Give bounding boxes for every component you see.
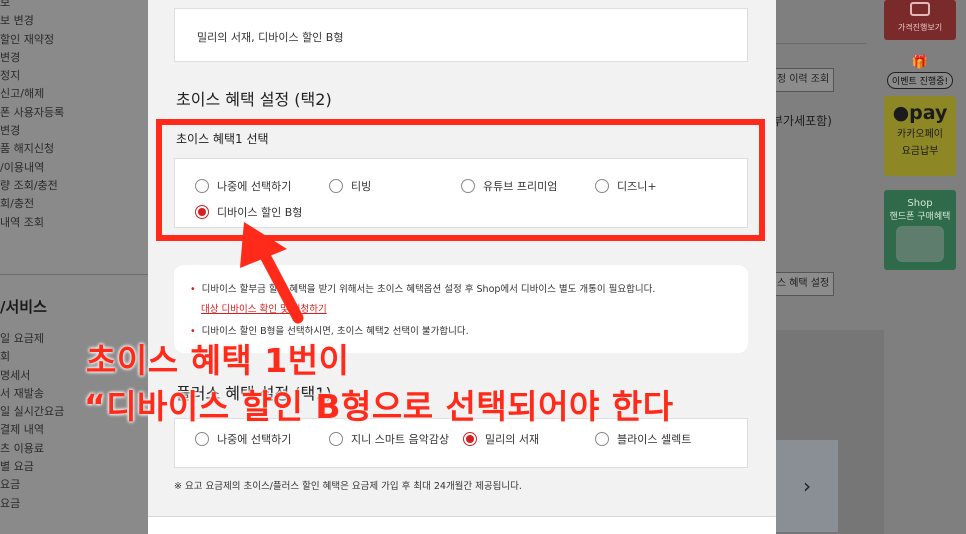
event-banner[interactable]: 🎁 이벤트 진행중! bbox=[884, 56, 956, 90]
benefit-setting-modal: 밀리의 서재, 디바이스 할인 B형 초이스 혜택 설정 (택2) 초이스 혜택… bbox=[148, 0, 776, 534]
kakaopay-text-2: 요금납부 bbox=[901, 146, 939, 157]
shop-title: Shop bbox=[907, 198, 933, 209]
left-menu-item[interactable]: /이용내역 bbox=[0, 159, 148, 177]
option-label: 밀리의 서재 bbox=[485, 433, 540, 446]
plus-option-millie[interactable]: 밀리의 서재 bbox=[463, 431, 539, 447]
radio-button[interactable] bbox=[195, 432, 209, 446]
left-menu-item[interactable]: 할인 재약정 bbox=[0, 31, 148, 49]
left-menu-item[interactable]: 회/충전 bbox=[0, 195, 148, 213]
plus-option-blice[interactable]: 블라이스 셀렉트 bbox=[595, 431, 691, 447]
header-bar bbox=[776, 0, 866, 44]
left-menu-item[interactable]: 내역 조회 bbox=[0, 214, 148, 232]
choice-benefit-heading: 초이스 혜택 설정 (택2) bbox=[176, 90, 332, 109]
radio-button[interactable] bbox=[329, 432, 343, 446]
kakaopay-logo: ●pay bbox=[892, 102, 948, 124]
left-menu-item[interactable]: 변경 bbox=[0, 49, 148, 67]
highlight-box bbox=[156, 119, 765, 241]
benefit-setting-button[interactable]: 스 혜택 설정 bbox=[772, 272, 834, 296]
plus-option-genie[interactable]: 지니 스마트 음악감상 bbox=[329, 431, 449, 447]
annotation-text-line1: 초이스 혜택 1번이 bbox=[86, 341, 350, 380]
plus-option-later[interactable]: 나중에 선택하기 bbox=[195, 431, 291, 447]
left-menu-item[interactable]: 품 해지신청 bbox=[0, 140, 148, 158]
device-check-link[interactable]: 대상 디바이스 확인 및 신청하기 bbox=[201, 301, 327, 315]
kakaopay-banner[interactable]: ●pay 카카오페이 요금납부 bbox=[884, 96, 956, 176]
left-menu-item[interactable]: 폰 사용자등록 bbox=[0, 104, 148, 122]
event-label: 이벤트 진행중! bbox=[886, 72, 954, 89]
history-button[interactable]: 정 이력 조회 bbox=[772, 68, 834, 92]
left-menu-top: 보 보 변경 할인 재약정 변경 정지 신고/해제 폰 사용자등록 변경 품 해… bbox=[0, 0, 148, 232]
radio-button[interactable] bbox=[595, 432, 609, 446]
left-section-title: /서비스 bbox=[0, 298, 47, 316]
chevron-right-icon: › bbox=[803, 474, 811, 498]
notice-item: 디바이스 할부금 할인 혜택을 받기 위해서는 초이스 혜택옵션 설정 후 Sh… bbox=[190, 281, 656, 295]
modal-bottom-section bbox=[148, 516, 776, 534]
divider bbox=[0, 274, 148, 275]
left-menu-item[interactable]: 츠 이용료 bbox=[0, 440, 148, 458]
shop-banner[interactable]: Shop 핸드폰 구매혜택 bbox=[884, 190, 956, 270]
annotation-text-line2: “디바이스 할인 B형으로 선택되어야 한다 bbox=[84, 387, 674, 426]
box-icon bbox=[910, 2, 930, 16]
price-view-banner[interactable]: 가격진행보기 bbox=[884, 0, 956, 40]
price-view-label: 가격진행보기 bbox=[897, 23, 943, 32]
selected-summary: 밀리의 서재, 디바이스 할인 B형 bbox=[197, 31, 344, 44]
left-menu-item[interactable]: 요금 bbox=[0, 495, 148, 513]
footnote: ※ 요고 요금제의 초이스/플러스 할인 혜택은 요금제 가입 후 최대 24개… bbox=[174, 481, 522, 492]
left-menu-item[interactable]: 정지 bbox=[0, 67, 148, 85]
shop-subtitle: 핸드폰 구매혜택 bbox=[889, 212, 951, 222]
left-menu-item[interactable]: 요금 bbox=[0, 476, 148, 494]
option-label: 나중에 선택하기 bbox=[217, 433, 292, 446]
radio-button-selected[interactable] bbox=[463, 432, 477, 446]
kakaopay-text-1: 카카오페이 bbox=[897, 129, 943, 140]
left-menu-item[interactable]: 신고/해제 bbox=[0, 85, 148, 103]
left-menu-item[interactable]: 보 변경 bbox=[0, 12, 148, 30]
left-menu-item[interactable]: 량 조회/충전 bbox=[0, 177, 148, 195]
next-arrow-button[interactable]: › bbox=[776, 440, 838, 532]
option-label: 블라이스 셀렉트 bbox=[617, 433, 692, 446]
left-menu-item[interactable]: 보 bbox=[0, 0, 148, 12]
vat-text: 부가세포함) bbox=[772, 114, 832, 128]
left-menu-item[interactable]: 변경 bbox=[0, 122, 148, 140]
shop-illustration bbox=[896, 226, 944, 262]
gift-icon: 🎁 bbox=[911, 55, 929, 70]
selected-summary-box: 밀리의 서재, 디바이스 할인 B형 bbox=[174, 8, 748, 62]
option-label: 지니 스마트 음악감상 bbox=[351, 433, 450, 446]
background-left-menu: 보 보 변경 할인 재약정 변경 정지 신고/해제 폰 사용자등록 변경 품 해… bbox=[0, 0, 148, 534]
left-menu-item[interactable]: 별 요금 bbox=[0, 458, 148, 476]
